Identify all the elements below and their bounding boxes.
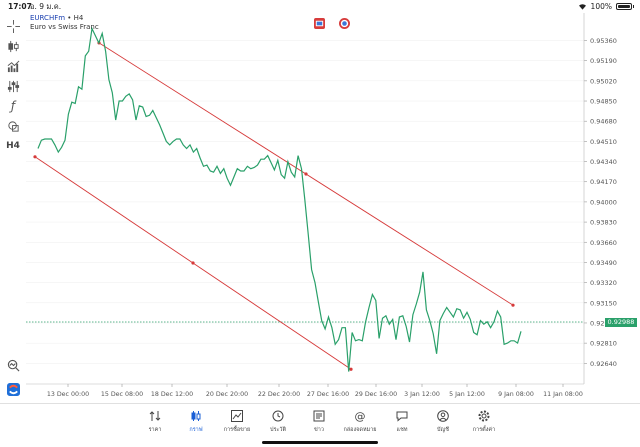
nav-label: การตั้งค่า — [472, 427, 496, 433]
price-line — [37, 26, 522, 372]
price-chart[interactable]: 0.95360 0.95190 0.95020 0.94850 0.94680 0.945… — [26, 13, 640, 403]
settings-sliders-icon[interactable] — [4, 78, 22, 94]
x-tick-label: 3 Jan 12:00 — [404, 391, 440, 398]
current-price-tag: 0.92988 — [605, 317, 637, 327]
indicators-icon[interactable] — [4, 58, 22, 74]
y-tick-label: 0.93830 — [590, 219, 617, 227]
time-axis: 13 Dec 00:00 15 Dec 08:00 18 Dec 12:00 20 D… — [26, 383, 584, 398]
status-right: 100% — [578, 0, 634, 13]
timeframe-label[interactable]: H4 — [4, 138, 22, 154]
y-tick-label: 0.93320 — [590, 279, 617, 287]
battery-percent: 100% — [590, 2, 612, 11]
y-tick-label: 0.93660 — [590, 239, 617, 247]
x-tick-label: 18 Dec 12:00 — [151, 391, 193, 398]
wifi-icon — [578, 4, 586, 10]
nav-mailbox[interactable]: @ กล่องจดหมาย — [340, 408, 380, 434]
nav-history[interactable]: ประวัติ — [258, 408, 298, 434]
trendline-anchor — [511, 303, 515, 307]
nav-quotes[interactable]: ราคา — [135, 408, 175, 434]
x-tick-label: 29 Dec 16:00 — [355, 391, 397, 398]
nav-label: ประวัติ — [269, 427, 287, 433]
zoom-search-icon[interactable] — [4, 357, 22, 373]
nav-chat[interactable]: แชท — [382, 408, 422, 434]
y-tick-label: 0.95190 — [590, 57, 617, 65]
trendline-anchor — [349, 367, 353, 371]
mailbox-at-icon: @ — [354, 409, 366, 423]
trendlines — [33, 41, 515, 371]
nav-trade[interactable]: การซื้อขาย — [217, 408, 257, 434]
nav-account[interactable]: บัญชี — [423, 408, 463, 434]
nav-label: ข่าว — [314, 427, 324, 433]
candles-chart-icon — [191, 411, 201, 421]
x-tick-label: 11 Jan 08:00 — [543, 391, 583, 398]
nav-label: ราคา — [148, 427, 162, 433]
x-tick-label: 13 Dec 00:00 — [47, 391, 89, 398]
status-time: 17:07 — [8, 2, 32, 11]
x-tick-label: 20 Dec 20:00 — [206, 391, 248, 398]
account-user-icon — [437, 410, 449, 422]
trendline-anchor — [191, 261, 195, 265]
nav-news[interactable]: ข่าว — [299, 408, 339, 434]
function-icon[interactable]: ƒ — [4, 98, 22, 114]
price-axis: 0.95360 0.95190 0.95020 0.94850 0.94680 0.945… — [583, 13, 617, 384]
x-tick-label: 15 Dec 08:00 — [101, 391, 143, 398]
nav-chart[interactable]: กราฟ — [176, 408, 216, 434]
quotes-arrows-icon — [149, 411, 161, 421]
y-tick-label: 0.93150 — [590, 299, 617, 307]
x-tick-label: 5 Jan 12:00 — [449, 391, 485, 398]
trade-chart-icon — [231, 410, 243, 422]
y-tick-label: 0.94340 — [590, 158, 617, 166]
trendline-anchor — [304, 172, 308, 176]
nav-label: บัญชี — [437, 427, 449, 433]
settings-gear-icon — [478, 410, 490, 422]
nav-label: การซื้อขาย — [223, 427, 251, 433]
y-tick-label: 0.92810 — [590, 340, 617, 348]
x-tick-label: 9 Jan 08:00 — [498, 391, 534, 398]
y-tick-label: 0.93490 — [590, 259, 617, 267]
y-tick-label: 0.95360 — [590, 37, 617, 45]
x-tick-label: 22 Dec 20:00 — [258, 391, 300, 398]
y-tick-label: 0.94850 — [590, 98, 617, 106]
objects-icon[interactable] — [4, 118, 22, 134]
history-clock-icon — [272, 410, 284, 422]
status-bar: 17:07 อ. 9 ม.ค. 100% — [0, 0, 640, 13]
crosshair-icon[interactable] — [4, 18, 22, 34]
battery-level — [618, 5, 630, 8]
chart-type-icon[interactable] — [4, 38, 22, 54]
trendline-anchor — [33, 155, 37, 159]
y-tick-label: 0.94510 — [590, 138, 617, 146]
y-tick-label: 0.94000 — [590, 198, 617, 206]
chat-bubble-icon — [396, 411, 408, 422]
x-tick-label: 27 Dec 16:00 — [307, 391, 349, 398]
battery-icon — [616, 3, 634, 10]
y-tick-label: 0.94680 — [590, 118, 617, 126]
news-icon — [313, 410, 325, 422]
nav-label: กล่องจดหมาย — [343, 427, 377, 433]
status-date: อ. 9 ม.ค. — [30, 2, 62, 11]
nav-settings[interactable]: การตั้งค่า — [464, 408, 504, 434]
nav-label: กราฟ — [189, 427, 203, 433]
y-tick-label: 0.92640 — [590, 360, 617, 368]
home-indicator[interactable] — [262, 441, 378, 444]
y-tick-label: 0.95020 — [590, 77, 617, 85]
y-tick-label: 0.94170 — [590, 178, 617, 186]
nav-label: แชท — [396, 427, 408, 433]
app-logo-icon — [4, 381, 22, 397]
